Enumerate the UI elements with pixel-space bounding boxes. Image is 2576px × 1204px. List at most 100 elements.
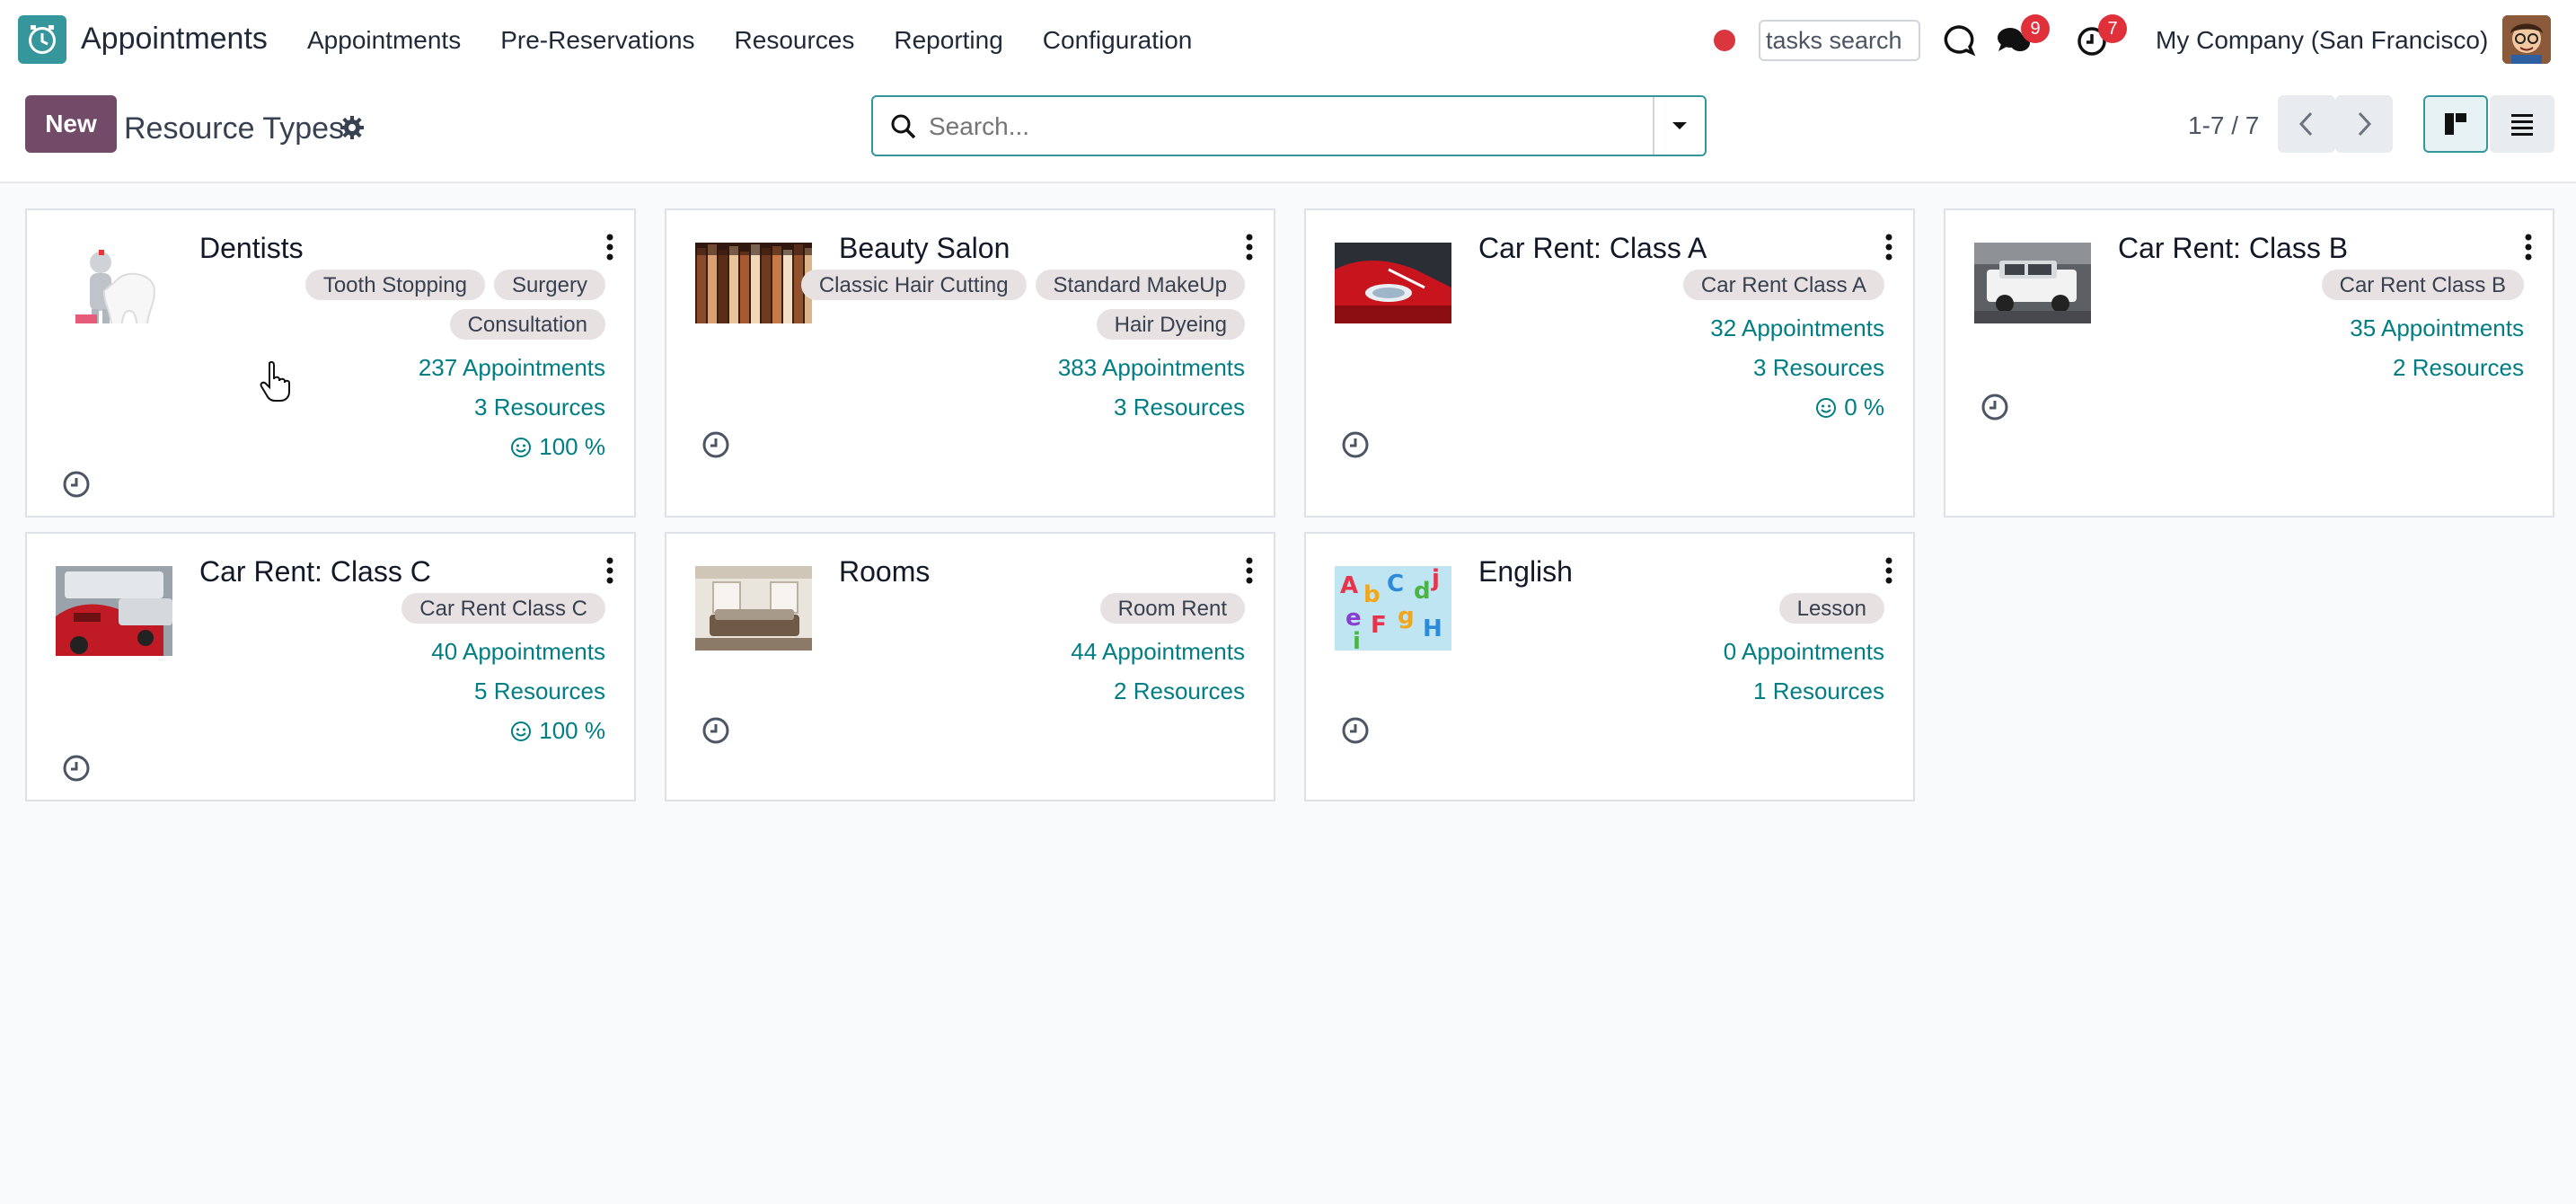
resources-count-link[interactable]: 5 Resources (474, 677, 605, 705)
tag: Classic Hair Cutting (800, 270, 1027, 300)
activity-clock-icon[interactable] (61, 469, 92, 500)
search-icon (891, 114, 916, 139)
svg-text:b: b (1363, 581, 1381, 608)
card-menu-kebab-icon[interactable] (1884, 557, 1893, 584)
card-title: English (1478, 555, 1573, 588)
rating-link[interactable]: 100 % (510, 433, 605, 461)
card-title: Car Rent: Class C (199, 555, 431, 588)
card-tags: Car Rent Class B (2183, 270, 2524, 300)
activity-clock-icon[interactable] (701, 715, 731, 746)
kanban-card-english[interactable]: AbCdeFgHij English Lesson 0 Appointments… (1304, 532, 1915, 801)
tag: Lesson (1778, 593, 1884, 624)
card-title: Beauty Salon (839, 232, 1010, 264)
list-icon (2511, 114, 2533, 136)
card-menu-kebab-icon[interactable] (1245, 234, 1254, 261)
svg-text:g: g (1398, 603, 1415, 630)
record-icon[interactable] (1714, 30, 1735, 51)
appointments-count-link[interactable]: 44 Appointments (1071, 638, 1245, 666)
tag: Room Rent (1099, 593, 1245, 624)
appointments-count-link[interactable]: 32 Appointments (1710, 314, 1884, 342)
card-thumbnail: AbCdeFgHij (1335, 566, 1451, 651)
search-input[interactable] (929, 106, 1620, 147)
activity-clock-icon[interactable] (1340, 715, 1371, 746)
control-panel: New Resource Types 1-7 / 7 (0, 81, 2576, 183)
resources-count-link[interactable]: 2 Resources (1114, 677, 1245, 705)
menu-resources[interactable]: Resources (735, 26, 855, 55)
user-avatar[interactable] (2502, 15, 2551, 64)
pager-next-button[interactable] (2335, 95, 2393, 153)
discuss-icon[interactable] (1940, 22, 1976, 58)
card-thumbnail (56, 243, 172, 323)
kanban-card-car-rent-class-c[interactable]: Car Rent: Class C Car Rent Class C 40 Ap… (25, 532, 636, 801)
appointments-count-link[interactable]: 35 Appointments (2350, 314, 2524, 342)
resources-count-link[interactable]: 3 Resources (1753, 354, 1884, 382)
search-options-toggle[interactable] (1653, 97, 1705, 155)
kanban-card-rooms[interactable]: Rooms Room Rent 44 Appointments 2 Resour… (665, 532, 1275, 801)
list-view-button[interactable] (2490, 95, 2554, 153)
tag: Car Rent Class A (1682, 270, 1884, 300)
card-menu-kebab-icon[interactable] (605, 234, 614, 261)
hand-cursor-icon (260, 360, 290, 402)
app-name[interactable]: Appointments (81, 22, 268, 57)
card-tags: Classic Hair Cutting Standard MakeUp Hai… (778, 270, 1245, 340)
tag: Tooth Stopping (304, 270, 485, 300)
appointments-count-link[interactable]: 40 Appointments (431, 638, 605, 666)
svg-text:C: C (1387, 571, 1404, 598)
appointments-count-link[interactable]: 0 Appointments (1724, 638, 1884, 666)
svg-text:j: j (1431, 566, 1440, 592)
pager-value[interactable]: 1-7 / 7 (2188, 111, 2259, 140)
menu-reporting[interactable]: Reporting (894, 26, 1002, 55)
activity-clock-icon[interactable] (61, 753, 92, 783)
tasks-search-input[interactable] (1759, 20, 1920, 61)
page-title[interactable]: Resource Types (124, 111, 344, 146)
menu-configuration[interactable]: Configuration (1043, 26, 1193, 55)
card-thumbnail (1335, 243, 1451, 323)
pager-previous-button[interactable] (2278, 95, 2335, 153)
search-bar (871, 95, 1707, 156)
svg-text:A: A (1340, 572, 1358, 599)
chevron-right-icon (2358, 111, 2372, 137)
kanban-card-dentists[interactable]: Dentists Tooth Stopping Surgery Consulta… (25, 208, 636, 518)
kanban-card-beauty-salon[interactable]: Beauty Salon Classic Hair Cutting Standa… (665, 208, 1275, 518)
card-tags: Tooth Stopping Surgery Consultation (264, 270, 605, 340)
caret-down-icon (1672, 122, 1687, 129)
resources-count-link[interactable]: 3 Resources (474, 394, 605, 421)
svg-text:d: d (1414, 578, 1431, 605)
card-menu-kebab-icon[interactable] (2524, 234, 2533, 261)
kanban-icon (2445, 113, 2466, 135)
resources-count-link[interactable]: 1 Resources (1753, 677, 1884, 705)
rating-link[interactable]: 0 % (1815, 394, 1884, 421)
card-menu-kebab-icon[interactable] (1245, 557, 1254, 584)
resources-count-link[interactable]: 2 Resources (2393, 354, 2524, 382)
svg-text:F: F (1371, 612, 1387, 639)
new-button[interactable]: New (25, 95, 117, 153)
activity-clock-icon[interactable] (701, 429, 731, 460)
main-menu: Appointments Pre-Reservations Resources … (307, 26, 1231, 55)
card-menu-kebab-icon[interactable] (1884, 234, 1893, 261)
tag: Consultation (449, 309, 605, 340)
company-switcher[interactable]: My Company (San Francisco) (2156, 26, 2488, 55)
rating-value: 0 % (1844, 394, 1884, 421)
activity-clock-icon[interactable] (1980, 392, 2010, 422)
appointments-count-link[interactable]: 237 Appointments (419, 354, 605, 382)
kanban-card-car-rent-class-a[interactable]: Car Rent: Class A Car Rent Class A 32 Ap… (1304, 208, 1915, 518)
top-navbar: Appointments Appointments Pre-Reservatio… (0, 0, 2576, 81)
card-tags: Car Rent Class A (1543, 270, 1884, 300)
menu-pre-reservations[interactable]: Pre-Reservations (500, 26, 694, 55)
card-menu-kebab-icon[interactable] (605, 557, 614, 584)
appointments-app-icon[interactable] (18, 15, 66, 64)
tag: Hair Dyeing (1096, 309, 1245, 340)
smiley-icon (1816, 397, 1837, 418)
card-tags: Lesson (1543, 593, 1884, 624)
resources-count-link[interactable]: 3 Resources (1114, 394, 1245, 421)
activity-clock-icon[interactable] (1340, 429, 1371, 460)
kanban-card-car-rent-class-b[interactable]: Car Rent: Class B Car Rent Class B 35 Ap… (1944, 208, 2554, 518)
gear-icon[interactable] (340, 115, 365, 140)
menu-appointments[interactable]: Appointments (307, 26, 461, 55)
appointments-count-link[interactable]: 383 Appointments (1058, 354, 1245, 382)
kanban-view-button[interactable] (2423, 95, 2488, 153)
card-title: Dentists (199, 232, 304, 264)
svg-text:i: i (1353, 628, 1361, 651)
tag: Surgery (493, 270, 605, 300)
rating-link[interactable]: 100 % (510, 717, 605, 745)
